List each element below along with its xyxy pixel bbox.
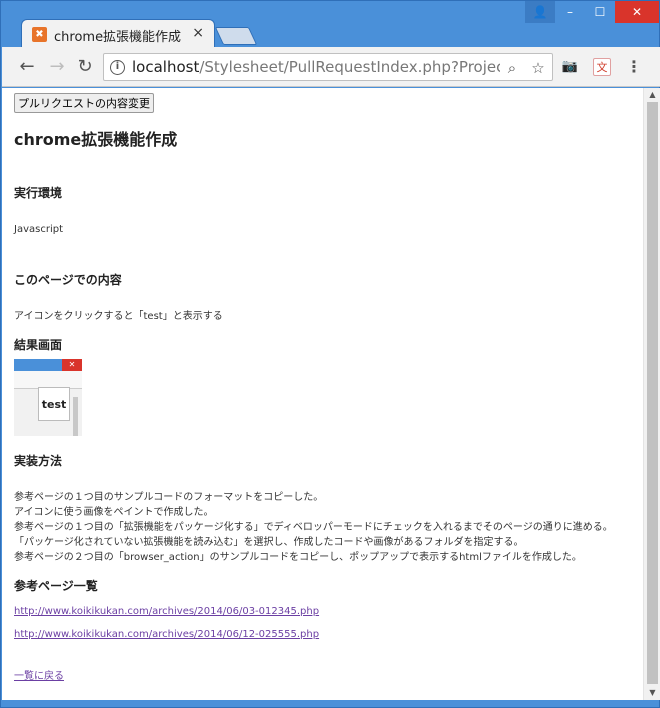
back-button[interactable]: ← (16, 56, 38, 78)
bookmark-star-icon[interactable]: ☆ (528, 58, 548, 78)
menu-icon[interactable]: ⋮ (624, 57, 644, 77)
screenshot-close-icon: ✕ (62, 359, 82, 371)
minimize-button[interactable]: – (555, 1, 585, 23)
impl-heading: 実装方法 (14, 454, 63, 468)
vertical-scrollbar[interactable]: ▲ ▼ (643, 88, 660, 700)
ref-link-1[interactable]: http://www.koikikukan.com/archives/2014/… (14, 606, 626, 617)
impl-line: 参考ページの２つ目の「browser_action」のサンプルコードをコピーし、… (14, 552, 582, 563)
translate-extension-icon[interactable]: 文 (593, 58, 611, 76)
screenshot-scrollbar (73, 397, 78, 436)
new-tab-button[interactable] (214, 27, 258, 45)
scroll-up-icon[interactable]: ▲ (644, 88, 660, 102)
user-profile-icon[interactable]: 👤 (525, 1, 555, 23)
env-value: Javascript (14, 224, 63, 235)
ref-link-2[interactable]: http://www.koikikukan.com/archives/2014/… (14, 629, 626, 640)
reload-button[interactable]: ↻ (74, 56, 96, 78)
impl-line: 参考ページの１つ目の「拡張機能をパッケージ化する」でディベロッパーモードにチェッ… (14, 522, 613, 533)
impl-line: アイコンに使う画像をペイントで作成した。 (14, 507, 214, 518)
camera-extension-icon[interactable]: 📷 (560, 57, 580, 77)
impl-line: 参考ページの１つ目のサンプルコードのフォーマットをコピーした。 (14, 492, 324, 503)
page-title: chrome拡張機能作成 (14, 130, 178, 149)
content-heading: このページでの内容 (14, 273, 122, 287)
active-tab[interactable]: ✖ chrome拡張機能作成 × (21, 19, 215, 49)
back-to-list-link[interactable]: 一覧に戻る (14, 667, 626, 682)
url-path: /Stylesheet/PullRequestIndex.php?Project… (199, 58, 500, 76)
xampp-favicon-icon: ✖ (32, 27, 47, 42)
maximize-button[interactable]: ☐ (585, 1, 615, 23)
forward-button[interactable]: → (46, 56, 68, 78)
address-bar[interactable]: i localhost/Stylesheet/PullRequestIndex.… (103, 53, 553, 81)
url-text[interactable]: localhost/Stylesheet/PullRequestIndex.ph… (132, 58, 500, 76)
zoom-icon[interactable]: ⌕ (502, 58, 522, 78)
page-content: プルリクエストの内容変更 chrome拡張機能作成 実行環境 Javascrip… (14, 92, 626, 682)
tab-title: chrome拡張機能作成 (54, 30, 182, 45)
change-pull-request-button[interactable]: プルリクエストの内容変更 (14, 93, 154, 113)
tab-close-icon[interactable]: × (192, 25, 204, 41)
close-window-button[interactable]: ✕ (615, 1, 659, 23)
title-bar: ✖ chrome拡張機能作成 × 👤 – ☐ ✕ (1, 1, 659, 49)
result-heading: 結果画面 (14, 338, 63, 352)
result-screenshot: ✕ test (14, 359, 82, 436)
env-heading: 実行環境 (14, 186, 63, 200)
scroll-thumb[interactable] (647, 102, 658, 684)
impl-line: 「パッケージ化されていない拡張機能を読み込む」を選択し、作成したコードや画像があ… (14, 537, 524, 548)
browser-toolbar: ← → ↻ i localhost/Stylesheet/PullRequest… (2, 47, 660, 87)
screenshot-popup: test (38, 387, 70, 421)
scroll-down-icon[interactable]: ▼ (644, 686, 660, 700)
impl-list: 参考ページの１つ目のサンプルコードのフォーマットをコピーした。 アイコンに使う画… (14, 490, 626, 565)
content-value: アイコンをクリックすると「test」と表示する (14, 311, 223, 322)
page-viewport: プルリクエストの内容変更 chrome拡張機能作成 実行環境 Javascrip… (2, 88, 660, 700)
url-host: localhost (132, 58, 200, 76)
window-controls: 👤 – ☐ ✕ (525, 1, 659, 23)
browser-window: ✖ chrome拡張機能作成 × 👤 – ☐ ✕ ← → ↻ i localho… (0, 0, 660, 708)
ref-heading: 参考ページ一覧 (14, 579, 98, 593)
site-info-icon[interactable]: i (110, 60, 125, 75)
